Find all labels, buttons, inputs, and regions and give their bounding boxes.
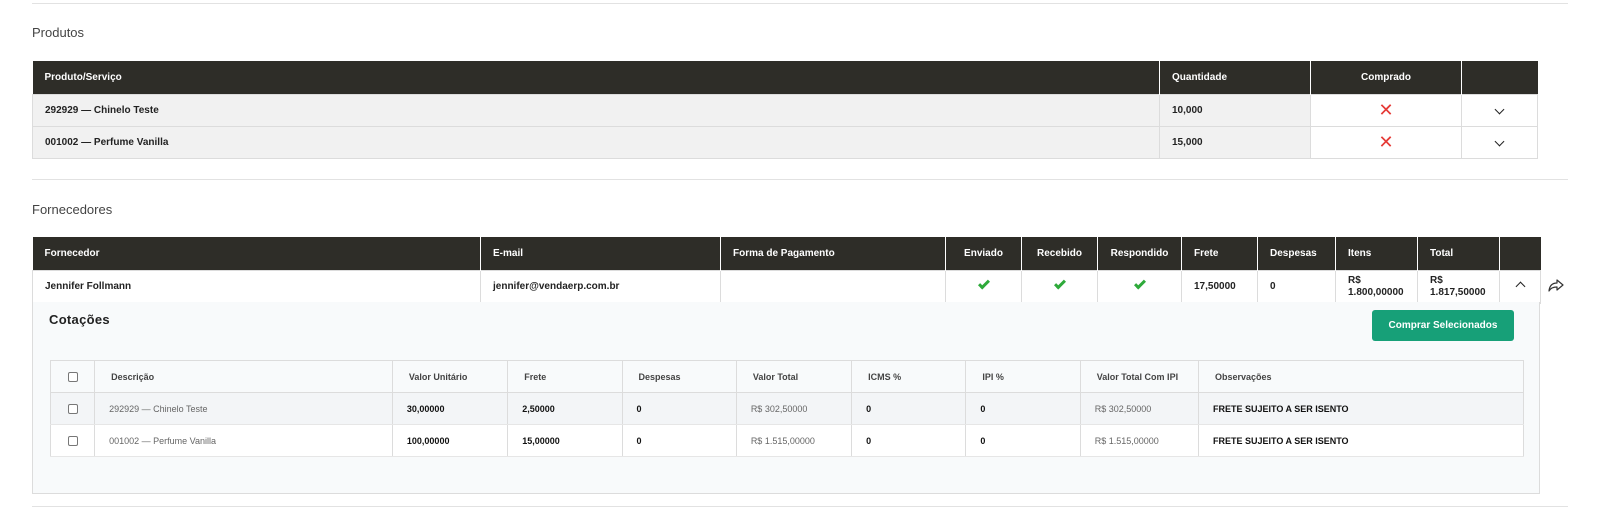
col-itens: Itens — [1335, 237, 1418, 270]
chevron-down-icon[interactable] — [1494, 104, 1505, 114]
row-select-cell — [50, 392, 96, 425]
itens-currency: R$ — [1348, 274, 1361, 286]
valor-total: R$ 302,50000 — [736, 392, 853, 425]
fornecedores-section-title: Fornecedores — [32, 202, 113, 217]
produto-name: 292929 — Chinelo Teste — [32, 93, 1160, 127]
descricao: 001002 — Perfume Vanilla — [94, 424, 393, 457]
descricao: 292929 — Chinelo Teste — [94, 392, 393, 425]
despesas-value: 0 — [1257, 269, 1336, 304]
col-ipi: IPI % — [965, 360, 1081, 393]
chevron-up-icon[interactable] — [1515, 281, 1525, 291]
observacoes: FRETE SUJEITO A SER ISENTO — [1198, 392, 1524, 425]
table-row: 292929 — Chinelo Teste 10,000 ✕ — [32, 93, 1538, 127]
itens-value: R$ 1.800,00000 — [1335, 269, 1418, 304]
produto-quantidade: 10,000 — [1159, 93, 1311, 127]
top-divider — [32, 3, 1568, 4]
row-select-cell — [50, 424, 96, 457]
col-actions — [1461, 61, 1538, 94]
cotacoes-title: Cotações — [49, 312, 110, 327]
despesas: 0 — [622, 424, 737, 457]
table-row: 001002 — Perfume Vanilla 15,000 ✕ — [32, 125, 1538, 159]
itens-amount: 1.800,00000 — [1348, 286, 1404, 298]
frete: 2,50000 — [507, 392, 623, 425]
col-produto-servico: Produto/Serviço — [32, 61, 1160, 94]
frete-value: 17,50000 — [1181, 269, 1258, 304]
col-respondido: Respondido — [1097, 237, 1182, 270]
cotacoes-panel: Cotações Comprar Selecionados Descrição … — [32, 302, 1540, 494]
check-icon — [977, 276, 990, 290]
col-valor-total-ipi: Valor Total Com IPI — [1080, 360, 1200, 393]
section-divider — [32, 179, 1568, 180]
select-all-cell — [50, 360, 96, 393]
total-amount: 1.817,50000 — [1430, 286, 1486, 298]
total-value: R$ 1.817,50000 — [1417, 269, 1500, 304]
table-row: 292929 — Chinelo Teste 30,00000 2,50000 … — [50, 392, 1524, 425]
recebido-status — [1021, 269, 1098, 304]
check-icon — [1133, 276, 1146, 290]
col-icms: ICMS % — [851, 360, 967, 393]
col-frete: Frete — [507, 360, 623, 393]
col-total: Total — [1417, 237, 1500, 270]
fornecedores-table: Fornecedor E-mail Forma de Pagamento Env… — [32, 237, 1541, 304]
col-forma-pagamento: Forma de Pagamento — [720, 237, 946, 270]
despesas: 0 — [622, 392, 737, 425]
produtos-section-title: Produtos — [32, 25, 85, 40]
cotacoes-table: Descrição Valor Unitário Frete Despesas … — [50, 360, 1524, 457]
select-all-checkbox[interactable] — [67, 371, 78, 382]
col-despesas: Despesas — [1257, 237, 1336, 270]
total-currency: R$ — [1430, 274, 1443, 286]
col-enviado: Enviado — [945, 237, 1022, 270]
produtos-table: Produto/Serviço Quantidade Comprado 2929… — [32, 61, 1538, 159]
col-despesas: Despesas — [622, 360, 737, 393]
ipi: 0 — [965, 424, 1081, 457]
fornecedor-email: jennifer@vendaerp.com.br — [480, 269, 721, 304]
valor-total: R$ 1.515,00000 — [736, 424, 853, 457]
forma-pagamento — [720, 269, 946, 304]
comprado-status: ✕ — [1310, 93, 1462, 127]
cross-icon: ✕ — [1378, 100, 1394, 120]
row-checkbox[interactable] — [67, 403, 78, 414]
col-actions — [1499, 237, 1541, 270]
cross-icon: ✕ — [1378, 132, 1394, 152]
check-icon — [1053, 276, 1066, 290]
share-icon[interactable] — [1548, 278, 1564, 292]
col-frete: Frete — [1181, 237, 1258, 270]
valor-total-ipi: R$ 302,50000 — [1080, 392, 1200, 425]
ipi: 0 — [965, 392, 1081, 425]
bottom-divider — [32, 506, 1568, 507]
col-comprado: Comprado — [1310, 61, 1462, 94]
icms: 0 — [851, 424, 967, 457]
expand-toggle[interactable] — [1461, 125, 1538, 159]
collapse-toggle[interactable] — [1499, 269, 1541, 304]
col-email: E-mail — [480, 237, 721, 270]
produto-quantidade: 15,000 — [1159, 125, 1311, 159]
chevron-down-icon[interactable] — [1494, 136, 1505, 146]
produto-name: 001002 — Perfume Vanilla — [32, 125, 1160, 159]
comprar-selecionados-button[interactable]: Comprar Selecionados — [1372, 310, 1514, 341]
enviado-status — [945, 269, 1022, 304]
col-descricao: Descrição — [94, 360, 393, 393]
comprado-status: ✕ — [1310, 125, 1462, 159]
frete: 15,00000 — [507, 424, 623, 457]
fornecedor-name: Jennifer Follmann — [32, 269, 481, 304]
col-quantidade: Quantidade — [1159, 61, 1311, 94]
table-row: Jennifer Follmann jennifer@vendaerp.com.… — [32, 269, 1541, 304]
col-valor-unitario: Valor Unitário — [392, 360, 509, 393]
valor-unitario: 30,00000 — [392, 392, 509, 425]
col-fornecedor: Fornecedor — [32, 237, 481, 270]
expand-toggle[interactable] — [1461, 93, 1538, 127]
icms: 0 — [851, 392, 967, 425]
table-row: 001002 — Perfume Vanilla 100,00000 15,00… — [50, 424, 1524, 457]
row-checkbox[interactable] — [67, 435, 78, 446]
col-observacoes: Observações — [1198, 360, 1524, 393]
respondido-status — [1097, 269, 1182, 304]
col-valor-total: Valor Total — [736, 360, 853, 393]
observacoes: FRETE SUJEITO A SER ISENTO — [1198, 424, 1524, 457]
valor-total-ipi: R$ 1.515,00000 — [1080, 424, 1200, 457]
valor-unitario: 100,00000 — [392, 424, 509, 457]
col-recebido: Recebido — [1021, 237, 1098, 270]
